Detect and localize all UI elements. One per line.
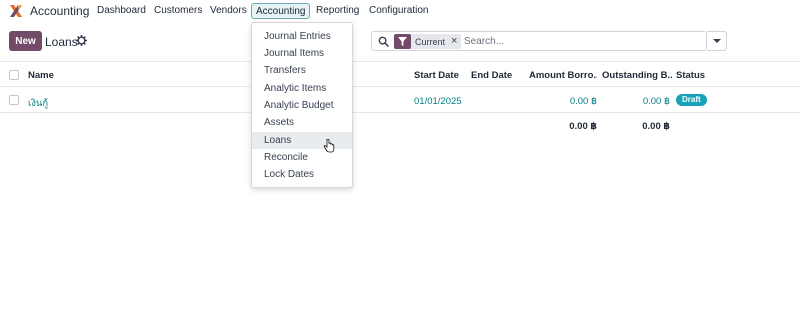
gear-icon[interactable] [76, 35, 87, 46]
search-icon[interactable] [378, 36, 389, 47]
hand-cursor-icon [323, 139, 335, 153]
menu-item-assets[interactable]: Assets [252, 114, 352, 131]
col-name[interactable]: Name [28, 70, 54, 81]
total-outstanding-balance: 0.00 ฿ [642, 121, 670, 132]
accounting-dropdown-menu: Journal Entries Journal Items Transfers … [251, 22, 353, 188]
status-badge: Draft [676, 94, 707, 106]
search-bar[interactable]: Current × [371, 31, 707, 51]
accounting-app-logo-icon[interactable] [9, 4, 23, 18]
menu-item-journal-entries[interactable]: Journal Entries [252, 28, 352, 45]
loan-name[interactable]: เงินกู้ [28, 96, 48, 111]
nav-vendors[interactable]: Vendors [210, 5, 247, 16]
nav-accounting[interactable]: Accounting [251, 3, 311, 19]
menu-item-transfers[interactable]: Transfers [252, 62, 352, 79]
col-amount-borrowed[interactable]: Amount Borro... [529, 70, 597, 81]
filter-icon [394, 34, 411, 49]
menu-item-loans[interactable]: Loans [252, 132, 352, 149]
loan-amount-borrowed: 0.00 ฿ [569, 96, 597, 107]
menu-item-analytic-budget[interactable]: Analytic Budget [252, 97, 352, 114]
table-header: Name Start Date End Date Amount Borro...… [0, 61, 800, 87]
menu-item-journal-items[interactable]: Journal Items [252, 45, 352, 62]
nav-configuration[interactable]: Configuration [369, 5, 428, 16]
app-title[interactable]: Accounting [30, 4, 89, 18]
breadcrumb-title: Loans [45, 35, 78, 49]
row-checkbox[interactable] [9, 95, 19, 105]
caret-down-icon [712, 39, 721, 43]
search-input[interactable] [464, 35, 694, 48]
col-status[interactable]: Status [676, 70, 705, 81]
menu-item-analytic-items[interactable]: Analytic Items [252, 80, 352, 97]
loan-outstanding-balance: 0.00 ฿ [642, 96, 670, 107]
col-start-date[interactable]: Start Date [414, 70, 459, 81]
nav-customers[interactable]: Customers [154, 5, 202, 16]
col-end-date[interactable]: End Date [471, 70, 512, 81]
filter-facet[interactable]: Current × [394, 34, 462, 49]
facet-label: Current [415, 36, 446, 47]
col-outstanding-balance[interactable]: Outstanding B... [602, 70, 672, 81]
select-all-checkbox[interactable] [9, 70, 19, 80]
nav-reporting[interactable]: Reporting [316, 5, 359, 16]
menu-item-lock-dates[interactable]: Lock Dates [252, 166, 352, 183]
total-amount-borrowed: 0.00 ฿ [569, 121, 597, 132]
loan-start-date: 01/01/2025 [414, 96, 462, 107]
new-button[interactable]: New [9, 31, 42, 51]
top-navbar: Accounting Dashboard Customers Vendors A… [0, 0, 800, 22]
table-footer-totals: 0.00 ฿ 0.00 ฿ [0, 114, 800, 138]
close-icon[interactable]: × [451, 34, 461, 49]
nav-dashboard[interactable]: Dashboard [97, 5, 146, 16]
menu-item-reconcile[interactable]: Reconcile [252, 149, 352, 166]
search-options-toggle[interactable] [707, 31, 727, 51]
